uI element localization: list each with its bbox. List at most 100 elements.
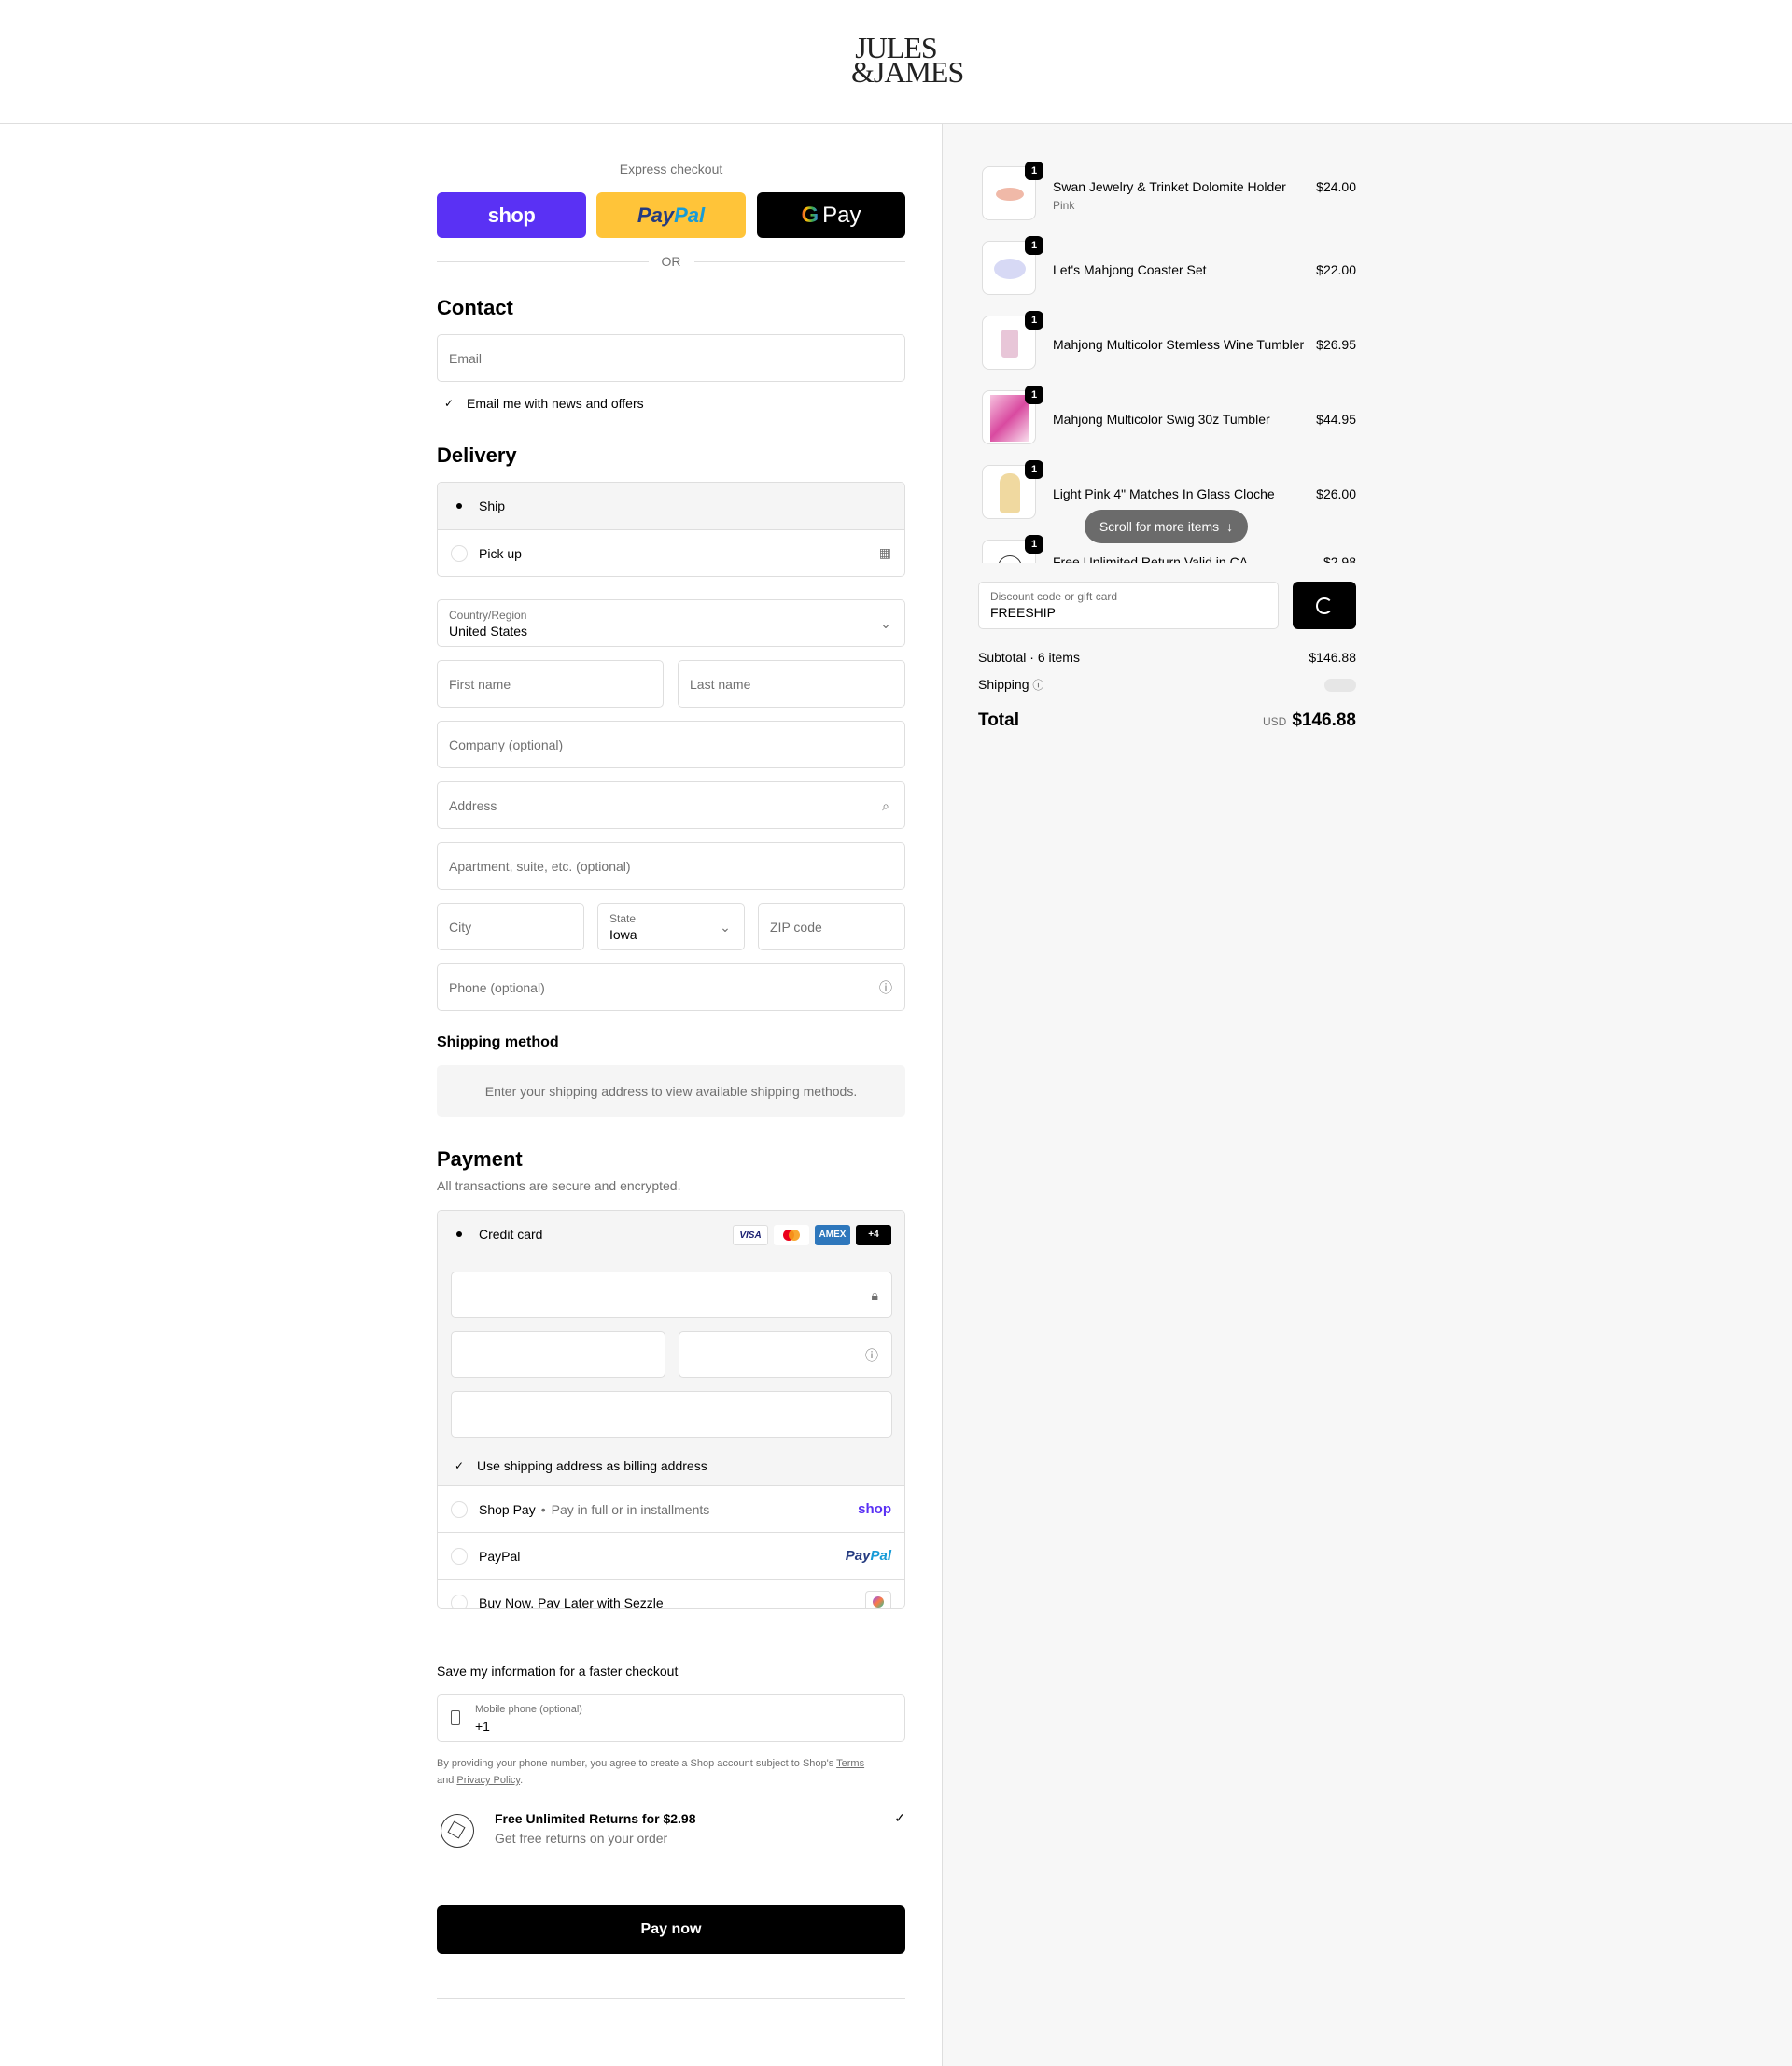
line-item: 1 Mahjong Multicolor Swig 30z Tumbler $4…	[978, 348, 1356, 444]
apartment-field[interactable]: Apartment, suite, etc. (optional)	[437, 842, 905, 890]
credit-card-radio[interactable]	[451, 1226, 468, 1243]
first-name-placeholder: First name	[449, 677, 511, 692]
chevron-down-icon: ⌄	[880, 616, 891, 631]
quantity-badge: 1	[1025, 460, 1043, 479]
paypal-logo-pal: Pal	[674, 203, 706, 227]
help-icon[interactable]: ⓘ	[1032, 679, 1043, 692]
expiration-date-field[interactable]	[451, 1331, 665, 1378]
shop-pay-radio[interactable]	[451, 1500, 468, 1518]
zip-placeholder: ZIP code	[770, 920, 822, 935]
legal-text-1: By providing your phone number, you agre…	[437, 1758, 834, 1769]
payment-option-paypal[interactable]: PayPal PayPal	[438, 1532, 904, 1579]
more-cards-badge: +4	[856, 1225, 891, 1245]
news-checkbox[interactable]: ✓ Email me with news and offers	[441, 395, 644, 412]
help-icon[interactable]: ⓘ	[865, 1346, 878, 1365]
paypal-label: PayPal	[479, 1548, 521, 1564]
quantity-badge: 1	[1025, 236, 1043, 255]
item-name: Swan Jewelry & Trinket Dolomite Holder	[1053, 179, 1286, 194]
name-on-card-field[interactable]	[451, 1391, 892, 1438]
mobile-phone-field[interactable]: Mobile phone (optional) +1	[437, 1694, 905, 1742]
state-select[interactable]: State Iowa ⌄	[597, 903, 745, 950]
sezzle-radio[interactable]	[451, 1594, 468, 1608]
returns-box-icon	[998, 555, 1022, 563]
paypal-button[interactable]: Pay Pal	[596, 192, 746, 238]
paypal-logo: PayPal	[846, 1548, 891, 1564]
card-number-field[interactable]: 🔒︎	[451, 1272, 892, 1318]
shop-pay-label: Shop Pay	[479, 1501, 536, 1517]
country-select[interactable]: Country/Region United States ⌄	[437, 599, 905, 647]
pickup-radio[interactable]	[451, 544, 468, 562]
currency-code: USD	[1262, 715, 1287, 728]
privacy-policy-link[interactable]: Privacy Policy	[456, 1775, 520, 1786]
quantity-badge: 1	[1025, 535, 1043, 554]
line-item: 1 Let's Mahjong Coaster Set $22.00	[978, 199, 1356, 295]
footer-divider	[437, 1998, 905, 1999]
paypal-logo-pay: Pay	[845, 1548, 871, 1564]
state-label: State	[609, 912, 637, 925]
payment-option-sezzle[interactable]: Buy Now, Pay Later with Sezzle	[438, 1579, 904, 1608]
returns-box-icon	[441, 1814, 474, 1848]
terms-link[interactable]: Terms	[836, 1758, 864, 1769]
discount-code-field[interactable]: Discount code or gift card FREESHIP	[978, 582, 1279, 629]
shop-legal-text: By providing your phone number, you agre…	[437, 1755, 905, 1789]
pickup-label: Pick up	[479, 545, 522, 561]
city-field[interactable]: City	[437, 903, 584, 950]
or-text: OR	[661, 254, 681, 269]
total-row: Total USD $146.88	[978, 710, 1356, 731]
first-name-field[interactable]: First name	[437, 660, 664, 708]
mastercard-icon	[774, 1225, 809, 1245]
email-placeholder: Email	[449, 351, 483, 366]
security-code-field[interactable]: ⓘ	[679, 1331, 892, 1378]
google-pay-button[interactable]: G Pay	[757, 192, 905, 238]
phone-field[interactable]: Phone (optional) ⓘ	[437, 963, 905, 1011]
returns-upsell[interactable]: Free Unlimited Returns for $2.98 Get fre…	[437, 1808, 905, 1862]
billing-same-checkbox[interactable]: ✓ Use shipping address as billing address	[451, 1457, 707, 1474]
or-divider: OR	[437, 253, 905, 270]
city-placeholder: City	[449, 920, 472, 935]
apply-discount-button[interactable]	[1293, 582, 1356, 629]
email-field[interactable]: Email	[437, 334, 905, 382]
shop-pay-sublabel: Pay in full or in installments	[551, 1501, 710, 1517]
pay-now-button[interactable]: Pay now	[437, 1905, 905, 1954]
sezzle-icon	[865, 1591, 891, 1608]
google-pay-label: Pay	[822, 202, 861, 228]
delivery-options: Ship Pick up ▦	[437, 482, 905, 577]
shop-pay-button[interactable]: shop	[437, 192, 586, 238]
line-items-list[interactable]: 1 Swan Jewelry & Trinket Dolomite Holder…	[978, 124, 1356, 563]
country-value: United States	[449, 624, 528, 639]
item-price: $2.98	[1323, 555, 1356, 563]
header: JULES &JAMES	[0, 0, 1792, 124]
loading-spinner-icon	[1316, 597, 1333, 614]
legal-text-end: .	[520, 1775, 524, 1786]
scroll-for-more-button[interactable]: Scroll for more items ↓	[1085, 510, 1248, 543]
address-placeholder: Address	[449, 798, 497, 813]
last-name-field[interactable]: Last name	[678, 660, 905, 708]
subtotal-label: Subtotal · 6 items	[978, 650, 1080, 665]
paypal-radio[interactable]	[451, 1547, 468, 1565]
arrow-down-icon: ↓	[1226, 519, 1234, 534]
mobile-phone-value: +1	[475, 1719, 490, 1734]
news-label: Email me with news and offers	[467, 396, 644, 411]
card-badges: VISA AMEX +4	[733, 1225, 891, 1245]
returns-box-inner	[447, 1820, 466, 1839]
zip-field[interactable]: ZIP code	[758, 903, 905, 950]
address-field[interactable]: Address ⌕	[437, 781, 905, 829]
ship-radio[interactable]	[451, 498, 468, 514]
company-field[interactable]: Company (optional)	[437, 721, 905, 768]
payment-option-shop-pay[interactable]: Shop Pay • Pay in full or in installments s…	[438, 1485, 904, 1532]
total-label: Total	[978, 710, 1019, 730]
shipping-row: Shipping ⓘ	[978, 677, 1356, 693]
shop-pay-logo: shop	[858, 1501, 891, 1517]
brand-logo[interactable]: JULES &JAMES	[851, 33, 964, 91]
subtotal-row: Subtotal · 6 items $146.88	[978, 650, 1356, 665]
save-info-title: Save my information for a faster checkou…	[437, 1664, 679, 1679]
total-value: $146.88	[1292, 710, 1356, 730]
mobile-phone-icon	[451, 1710, 460, 1725]
legal-text-2: and	[437, 1775, 455, 1786]
delivery-title: Delivery	[437, 443, 517, 467]
help-icon[interactable]: ⓘ	[878, 980, 893, 995]
payment-option-credit-card[interactable]: Credit card VISA AMEX +4	[438, 1211, 904, 1258]
delivery-option-ship[interactable]: Ship	[438, 483, 904, 529]
delivery-option-pickup[interactable]: Pick up ▦	[438, 529, 904, 576]
billing-same-label: Use shipping address as billing address	[477, 1458, 707, 1473]
